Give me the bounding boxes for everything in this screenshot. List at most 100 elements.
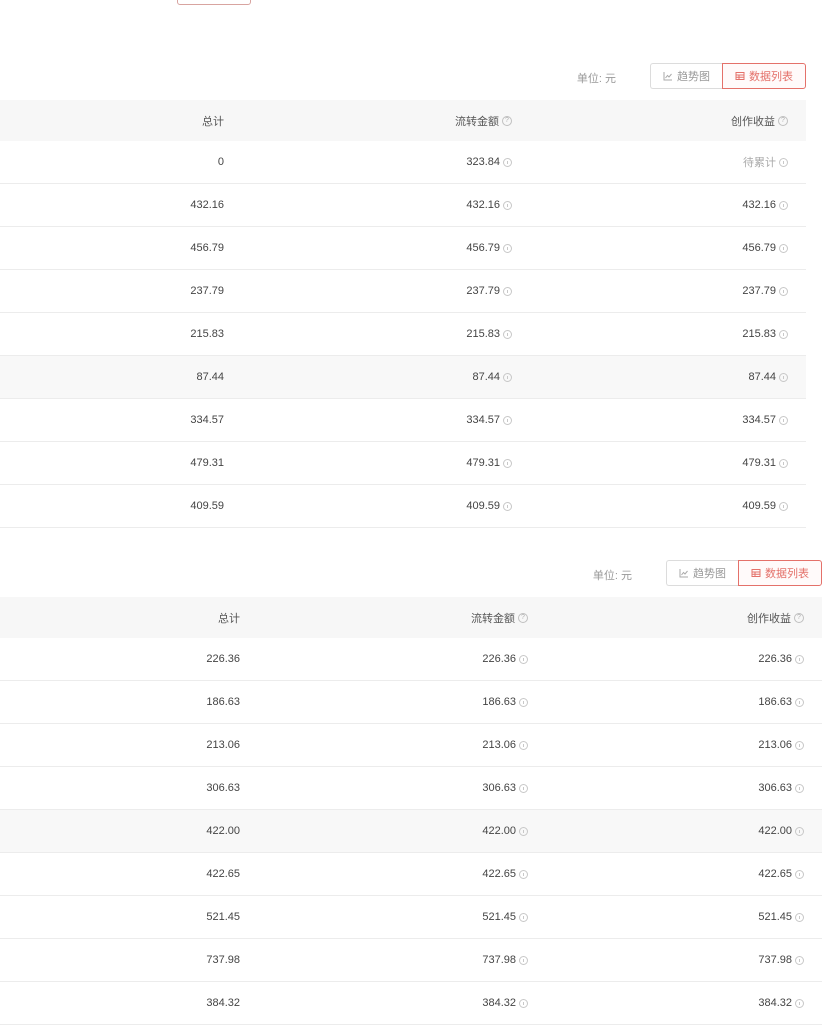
cell-value: 213.06: [482, 739, 516, 751]
top-cut-button[interactable]: [177, 0, 251, 5]
info-circle-icon[interactable]: [795, 740, 804, 750]
cell-total: 409.59: [0, 484, 224, 528]
cell-creation-income: 237.79: [512, 269, 806, 313]
cell-value: 384.32: [482, 997, 516, 1009]
cell-value: 334.57: [466, 414, 500, 426]
info-circle-icon[interactable]: [795, 697, 804, 707]
cell-value: 422.00: [758, 825, 792, 837]
info-circle-icon[interactable]: [795, 654, 804, 664]
cell-value: 226.36: [206, 653, 240, 665]
cell-value: 87.44: [748, 371, 776, 383]
info-circle-icon[interactable]: [503, 501, 512, 511]
table-icon: [735, 71, 745, 81]
cell-value: 456.79: [466, 242, 500, 254]
info-circle-icon[interactable]: [795, 826, 804, 836]
cell-flow-amount: 456.79: [224, 226, 512, 270]
cell-value: 479.31: [190, 457, 224, 469]
info-circle-icon[interactable]: [503, 372, 512, 382]
info-circle-icon[interactable]: [795, 955, 804, 965]
cell-value: 87.44: [472, 371, 500, 383]
cell-value: 409.59: [742, 500, 776, 512]
info-circle-icon[interactable]: [779, 243, 788, 253]
cell-total: 422.00: [0, 809, 240, 853]
data-list-button[interactable]: 数据列表: [738, 560, 822, 586]
info-circle-icon[interactable]: [779, 200, 788, 210]
cell-total: 456.79: [0, 226, 224, 270]
question-circle-icon[interactable]: ?: [518, 612, 528, 623]
table-row: 479.31 479.31 479.31: [0, 441, 806, 485]
info-circle-icon[interactable]: [503, 458, 512, 468]
trend-chart-button[interactable]: 趋势图: [650, 63, 722, 89]
info-circle-icon[interactable]: [519, 998, 528, 1008]
info-circle-icon[interactable]: [779, 372, 788, 382]
cell-value: 737.98: [482, 954, 516, 966]
info-circle-icon[interactable]: [503, 157, 512, 167]
info-circle-icon[interactable]: [503, 329, 512, 339]
cell-flow-amount: 422.00: [240, 809, 528, 853]
table-row: 226.36 226.36 226.36: [0, 638, 822, 681]
table-row: 456.79 456.79 456.79: [0, 226, 806, 270]
info-circle-icon[interactable]: [519, 740, 528, 750]
info-circle-icon[interactable]: [519, 826, 528, 836]
info-circle-icon[interactable]: [519, 955, 528, 965]
cell-value: 待累计: [743, 157, 776, 169]
cell-value: 215.83: [742, 328, 776, 340]
cell-flow-amount: 213.06: [240, 723, 528, 767]
cell-creation-income: 待累计: [512, 141, 806, 184]
info-circle-icon[interactable]: [779, 329, 788, 339]
cell-flow-amount: 737.98: [240, 938, 528, 982]
revenue-table: 总计 流转金额? 创作收益? 226.36 226.36 226.36 186.63 1…: [0, 597, 822, 1025]
info-circle-icon[interactable]: [779, 415, 788, 425]
table-row: 0 323.84 待累计: [0, 141, 806, 184]
cell-creation-income: 384.32: [528, 981, 822, 1025]
info-circle-icon[interactable]: [779, 157, 788, 167]
cell-value: 409.59: [466, 500, 500, 512]
cell-total: 226.36: [0, 638, 240, 681]
question-circle-icon[interactable]: ?: [778, 115, 788, 126]
info-circle-icon[interactable]: [519, 697, 528, 707]
view-toggle: 趋势图 数据列表: [666, 560, 822, 586]
info-circle-icon[interactable]: [503, 243, 512, 253]
data-list-button[interactable]: 数据列表: [722, 63, 806, 89]
info-circle-icon[interactable]: [779, 286, 788, 296]
trend-chart-button[interactable]: 趋势图: [666, 560, 738, 586]
info-circle-icon[interactable]: [503, 200, 512, 210]
info-circle-icon[interactable]: [519, 783, 528, 793]
cell-total: 521.45: [0, 895, 240, 939]
column-header-creation-income: 创作收益?: [528, 597, 822, 638]
cell-flow-amount: 323.84: [224, 141, 512, 184]
info-circle-icon[interactable]: [519, 654, 528, 664]
info-circle-icon[interactable]: [519, 869, 528, 879]
cell-value: 215.83: [190, 328, 224, 340]
info-circle-icon[interactable]: [519, 912, 528, 922]
info-circle-icon[interactable]: [503, 286, 512, 296]
cell-total: 0: [0, 141, 224, 184]
cell-value: 213.06: [758, 739, 792, 751]
cell-total: 737.98: [0, 938, 240, 982]
cell-value: 737.98: [758, 954, 792, 966]
cell-value: 215.83: [466, 328, 500, 340]
cell-creation-income: 456.79: [512, 226, 806, 270]
info-circle-icon[interactable]: [503, 415, 512, 425]
info-circle-icon[interactable]: [779, 458, 788, 468]
info-circle-icon[interactable]: [779, 501, 788, 511]
question-circle-icon[interactable]: ?: [502, 115, 512, 126]
cell-creation-income: 737.98: [528, 938, 822, 982]
question-circle-icon[interactable]: ?: [794, 612, 804, 623]
table-row: 306.63 306.63 306.63: [0, 766, 822, 810]
cell-total: 432.16: [0, 183, 224, 227]
cell-value: 384.32: [206, 997, 240, 1009]
cell-total: 186.63: [0, 680, 240, 724]
cell-total: 87.44: [0, 355, 224, 399]
info-circle-icon[interactable]: [795, 869, 804, 879]
info-circle-icon[interactable]: [795, 912, 804, 922]
view-toggle: 趋势图 数据列表: [650, 63, 806, 89]
cell-creation-income: 213.06: [528, 723, 822, 767]
column-header-total: 总计: [0, 100, 224, 141]
cell-flow-amount: 306.63: [240, 766, 528, 810]
line-chart-icon: [663, 71, 673, 81]
cell-creation-income: 215.83: [512, 312, 806, 356]
revenue-panel-1: 单位: 元 趋势图 数据列表 总计 流转金额? 创作收益 ? 0 323.84 …: [0, 60, 806, 528]
info-circle-icon[interactable]: [795, 998, 804, 1008]
info-circle-icon[interactable]: [795, 783, 804, 793]
